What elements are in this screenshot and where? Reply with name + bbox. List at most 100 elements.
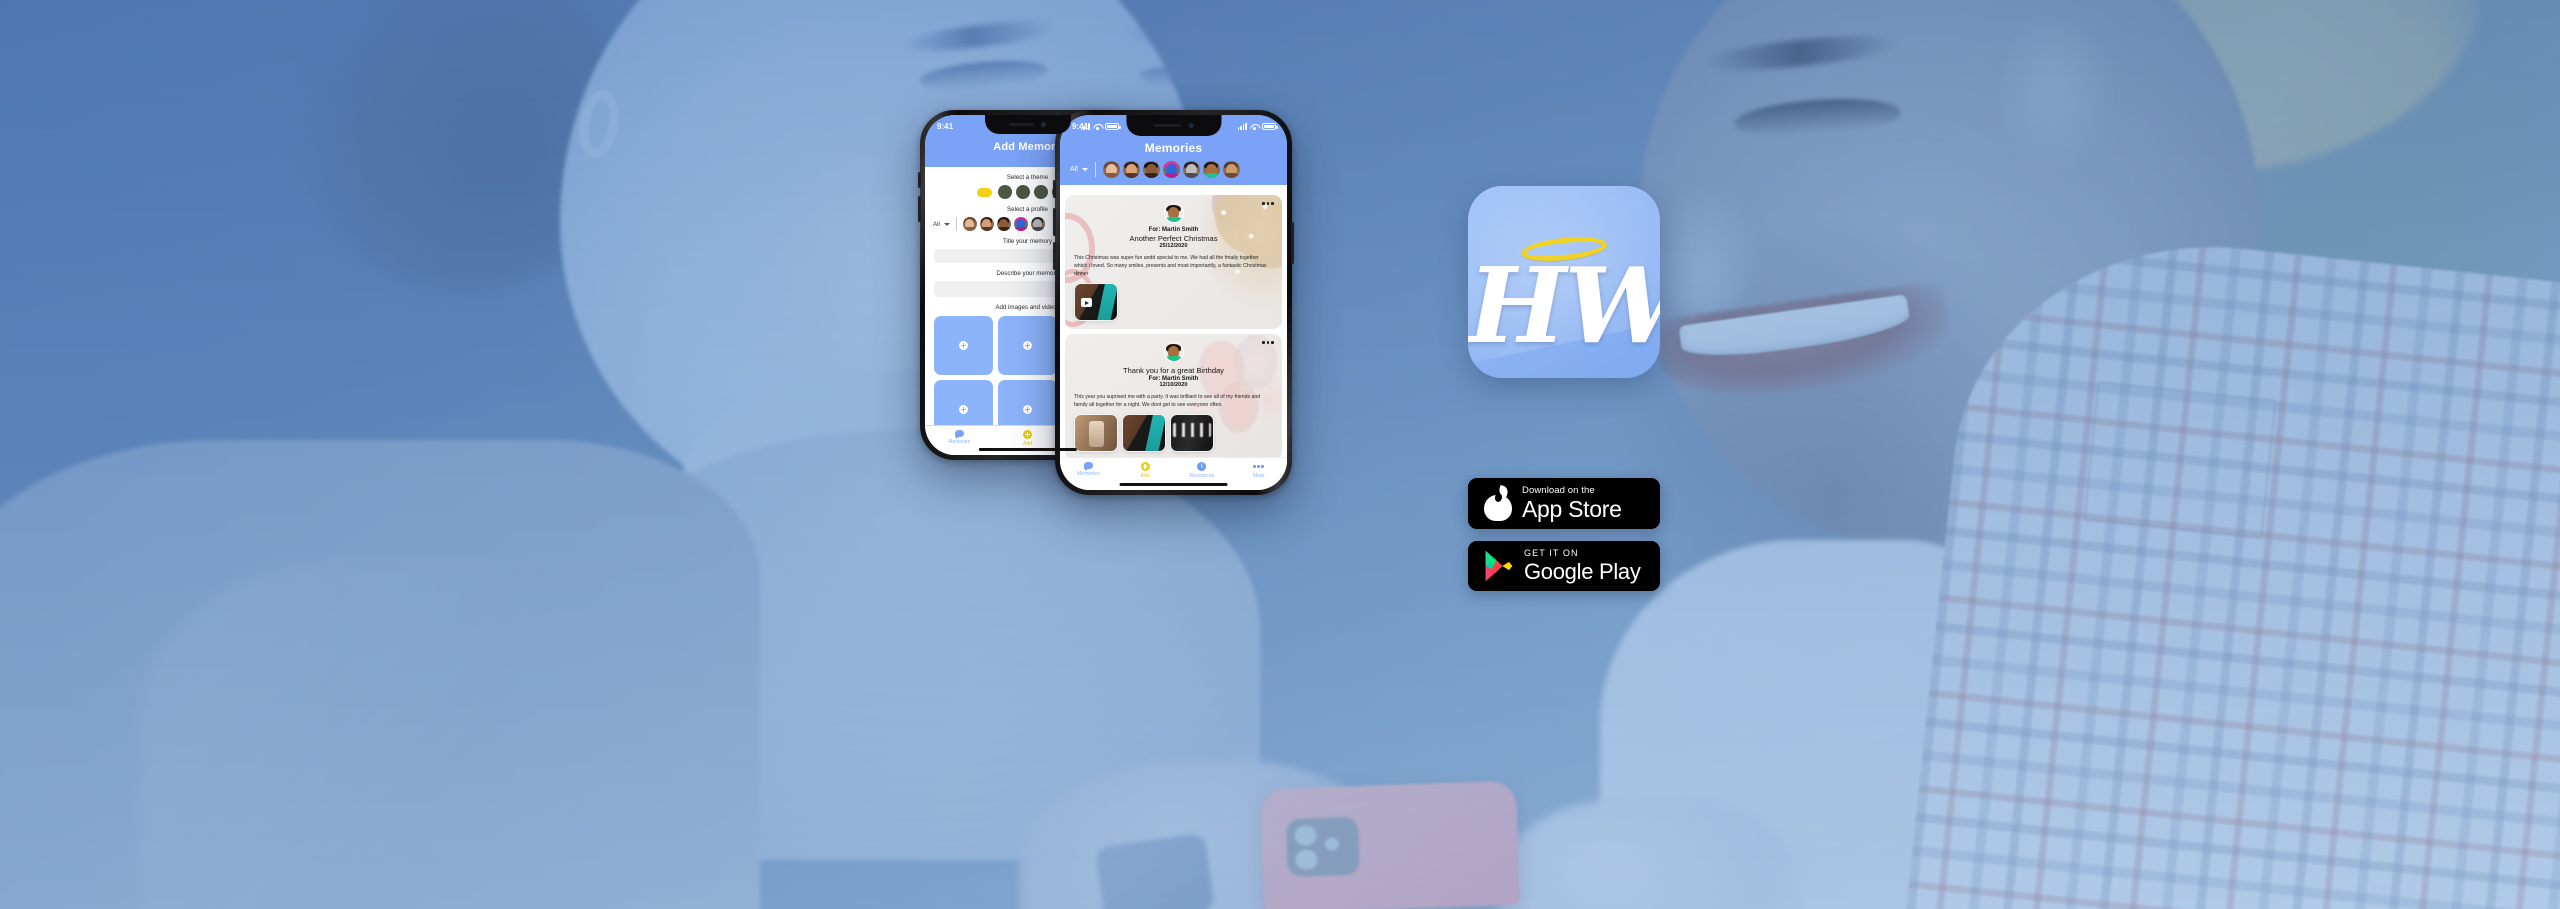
tab-add[interactable]: Add <box>1117 462 1174 479</box>
memory-card[interactable]: Thank you for a great Birthday For: Mart… <box>1065 334 1282 461</box>
more-options-icon[interactable] <box>1262 202 1274 205</box>
profile-filter-value: All <box>933 220 940 228</box>
google-play-badge[interactable]: GET IT ON Google Play <box>1468 541 1660 592</box>
app-store-badge-title: App Store <box>1522 495 1622 522</box>
theme-swatch[interactable] <box>1034 185 1048 199</box>
chat-bubble-icon <box>954 430 964 439</box>
avatar[interactable] <box>1202 161 1220 178</box>
front-camera <box>1041 122 1047 127</box>
apple-logo-icon <box>1484 484 1512 521</box>
tab-label: Memories <box>1076 471 1100 477</box>
tab-label: Add <box>1023 441 1032 447</box>
theme-swatch-selected[interactable] <box>977 187 992 197</box>
phone-volume-up-button <box>1053 208 1056 236</box>
tab-resources[interactable]: i Resources <box>1174 462 1231 479</box>
tab-label: Add <box>1140 473 1150 479</box>
memory-title: Another Perfect Christmas <box>1129 233 1218 243</box>
video-thumbnail[interactable] <box>1074 283 1118 322</box>
app-store-badge-small-text: Download on the <box>1522 485 1595 496</box>
avatar[interactable] <box>996 217 1011 231</box>
tab-label: More <box>1252 473 1265 479</box>
phone-volume-button <box>918 172 921 188</box>
memory-date: 12/10/2020 <box>1159 382 1188 389</box>
earpiece-speaker <box>1153 124 1182 127</box>
battery-icon <box>1262 122 1278 130</box>
theme-swatch[interactable] <box>998 185 1012 199</box>
tab-label: Resources <box>1189 473 1215 479</box>
avatar[interactable] <box>1102 161 1120 178</box>
memory-body: This Christmas was super fun andd specia… <box>1074 255 1267 278</box>
plus-circle-icon <box>1022 430 1032 439</box>
avatar[interactable] <box>1182 161 1200 178</box>
avatar[interactable] <box>979 217 994 231</box>
tab-add[interactable]: Add <box>993 430 1061 447</box>
avatar[interactable] <box>1122 161 1140 178</box>
google-play-badge-title: Google Play <box>1524 558 1641 584</box>
memory-body: This year you suprised me with a party. … <box>1074 394 1261 409</box>
profile-filter-dropdown[interactable]: All <box>933 221 950 228</box>
google-play-badge-small-text: GET IT ON <box>1524 548 1579 559</box>
divider <box>1094 162 1096 177</box>
media-upload-cell[interactable] <box>998 316 1057 375</box>
avatar[interactable] <box>1013 217 1028 231</box>
earpiece-speaker <box>1008 123 1035 126</box>
tab-more[interactable]: More <box>1230 462 1287 479</box>
info-circle-icon: i <box>1197 462 1207 471</box>
divider <box>955 217 957 231</box>
memory-recipient: For: Martin Smith <box>1148 227 1199 233</box>
memory-title: Thank you for a great Birthday <box>1123 366 1224 376</box>
phone-screen-memories: 9:41 Memories All For: Martin Smith Anot… <box>1060 115 1287 490</box>
phone-volume-up-button <box>918 196 921 222</box>
image-thumbnail[interactable] <box>1170 414 1214 453</box>
front-camera <box>1188 123 1194 128</box>
avatar[interactable] <box>1222 161 1240 178</box>
phone-volume-down-button <box>1053 242 1056 270</box>
home-indicator <box>978 448 1077 451</box>
memory-card[interactable]: For: Martin Smith Another Perfect Christ… <box>1065 195 1282 330</box>
hero-banner: 9:41 Add Memory Select a theme Select a … <box>0 0 2560 909</box>
avatar[interactable] <box>1030 217 1045 231</box>
media-upload-cell[interactable] <box>934 316 993 375</box>
tab-label: Memories <box>948 439 971 445</box>
avatar[interactable] <box>1162 161 1180 178</box>
avatar[interactable] <box>962 217 977 231</box>
phone-mute-switch <box>1053 180 1056 198</box>
cellular-signal-icon <box>1237 122 1247 130</box>
google-play-icon <box>1484 549 1514 583</box>
image-thumbnail[interactable] <box>1122 414 1166 453</box>
more-dots-icon <box>1253 462 1264 471</box>
status-time: 9:41 <box>1072 121 1089 131</box>
plus-icon <box>1023 341 1032 350</box>
app-store-badge[interactable]: Download on the App Store <box>1468 478 1660 530</box>
home-indicator <box>1119 483 1228 486</box>
plus-circle-icon <box>1140 462 1150 471</box>
memory-recipient: For: Martin Smith <box>1148 375 1199 382</box>
status-time: 9:41 <box>937 121 954 131</box>
memories-avatar-strip <box>1102 161 1240 178</box>
play-icon <box>1081 298 1092 308</box>
plus-icon <box>959 405 968 414</box>
phone-mockups: 9:41 Add Memory Select a theme Select a … <box>918 110 1460 495</box>
plus-icon <box>959 341 968 350</box>
theme-swatch[interactable] <box>1016 185 1030 199</box>
avatar[interactable] <box>1163 203 1184 223</box>
memories-filter-dropdown[interactable]: All <box>1070 166 1088 173</box>
chevron-down-icon <box>1081 168 1088 171</box>
tab-memories[interactable]: Memories <box>1060 462 1117 477</box>
tab-memories[interactable]: Memories <box>925 430 993 445</box>
more-options-icon[interactable] <box>1262 341 1274 344</box>
avatar[interactable] <box>1163 342 1184 363</box>
page-title-memories: Memories <box>1144 141 1203 155</box>
memories-feed[interactable]: For: Martin Smith Another Perfect Christ… <box>1060 191 1287 490</box>
branding-panel: HW Download on the App Store GET IT ON G… <box>1468 186 1688 592</box>
wifi-icon <box>1250 123 1259 130</box>
memory-media-row <box>1074 414 1273 453</box>
avatar[interactable] <box>1142 161 1160 178</box>
profile-avatar-strip <box>962 217 1045 231</box>
phone-memories: 9:41 Memories All For: Martin Smith Anot… <box>1053 110 1294 495</box>
phone-notch <box>1126 115 1221 136</box>
image-thumbnail[interactable] <box>1074 414 1118 453</box>
memories-filter-value: All <box>1070 166 1078 173</box>
chevron-down-icon <box>943 222 950 226</box>
phone-notch <box>984 115 1071 134</box>
